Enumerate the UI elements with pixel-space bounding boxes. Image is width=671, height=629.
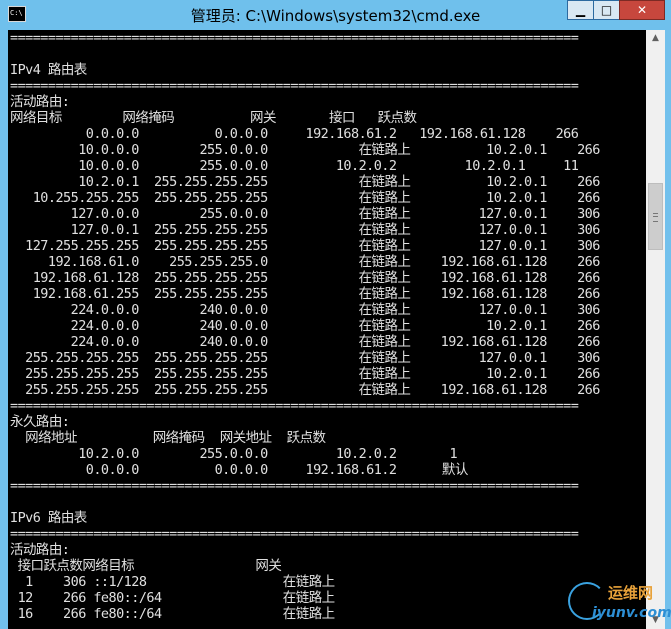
console-line: 16 266 fe80::/64 在链路上 (10, 606, 336, 622)
console-line: 10.2.0.1 255.255.255.255 在链路上 10.2.0.1 2… (10, 174, 600, 190)
minimize-button[interactable]: ▁ (567, 0, 594, 20)
scroll-up-arrow-icon[interactable]: ▲ (646, 30, 665, 47)
console-line: 0.0.0.0 0.0.0.0 192.168.61.2 默认 (10, 462, 469, 478)
console-line: IPv6 路由表 (10, 510, 87, 526)
console-text: ========================================… (10, 30, 600, 622)
console-line: 127.0.0.1 255.255.255.255 在链路上 127.0.0.1… (10, 222, 601, 238)
console-line: 192.168.61.255 255.255.255.255 在链路上 192.… (10, 286, 601, 302)
console-line: 255.255.255.255 255.255.255.255 在链路上 10.… (10, 366, 600, 382)
title-bar[interactable]: C:\ 管理员: C:\Windows\system32\cmd.exe ▁ □… (0, 0, 671, 30)
console-line: 224.0.0.0 240.0.0.0 在链路上 127.0.0.1 306 (10, 302, 601, 318)
console-output[interactable]: ========================================… (8, 30, 646, 629)
console-line: 10.255.255.255 255.255.255.255 在链路上 10.2… (10, 190, 601, 206)
vertical-scrollbar[interactable]: ▲ ▼ (646, 30, 665, 629)
console-line: 10.2.0.0 255.0.0.0 10.2.0.2 1 (10, 446, 458, 462)
console-line: IPv4 路由表 (10, 62, 87, 78)
console-line: 10.0.0.0 255.0.0.0 在链路上 10.2.0.1 266 (10, 142, 600, 158)
console-line: 192.168.61.128 255.255.255.255 在链路上 192.… (10, 270, 601, 286)
console-line: 12 266 fe80::/64 在链路上 (10, 590, 336, 606)
console-line: 活动路由: (10, 94, 70, 110)
console-line: 127.0.0.0 255.0.0.0 在链路上 127.0.0.1 306 (10, 206, 601, 222)
watermark-url: iyunv.com (592, 605, 671, 621)
console-line: 127.255.255.255 255.255.255.255 在链路上 127… (10, 238, 600, 254)
window-controls: ▁ □ ✕ (567, 0, 665, 21)
watermark: 运维网 iyunv.com (566, 580, 671, 626)
watermark-brand: 运维网 (608, 584, 654, 602)
maximize-button[interactable]: □ (593, 0, 620, 20)
console-line: 224.0.0.0 240.0.0.0 在链路上 192.168.61.128 … (10, 334, 601, 350)
window-right-border (665, 30, 671, 629)
console-line: 0.0.0.0 0.0.0.0 192.168.61.2 192.168.61.… (10, 126, 579, 142)
console-line: ========================================… (10, 78, 579, 94)
console-line: 255.255.255.255 255.255.255.255 在链路上 192… (10, 382, 600, 398)
console-line: 1 306 ::1/128 在链路上 (10, 574, 335, 590)
console-line: 接口跃点数网络目标 网关 (10, 558, 282, 574)
console-line: 活动路由: (10, 542, 70, 558)
cmd-window: C:\ 管理员: C:\Windows\system32\cmd.exe ▁ □… (0, 0, 671, 629)
console-line: 224.0.0.0 240.0.0.0 在链路上 10.2.0.1 266 (10, 318, 601, 334)
console-line: ========================================… (10, 30, 579, 46)
console-line: ========================================… (10, 398, 579, 414)
console-line: 192.168.61.0 255.255.255.0 在链路上 192.168.… (10, 254, 601, 270)
console-line: 网络地址 网络掩码 网关地址 跃点数 (10, 430, 326, 446)
console-line: 网络目标 网络掩码 网关 接口 跃点数 (10, 110, 417, 126)
close-button[interactable]: ✕ (619, 0, 665, 20)
console-line: 10.0.0.0 255.0.0.0 10.2.0.2 10.2.0.1 11 (10, 158, 579, 174)
scrollbar-thumb[interactable] (648, 183, 663, 250)
console-line: 255.255.255.255 255.255.255.255 在链路上 127… (10, 350, 600, 366)
console-line: ========================================… (10, 526, 579, 542)
console-line: ========================================… (10, 478, 579, 494)
grip-icon (653, 213, 658, 222)
console-line: 永久路由: (10, 414, 70, 430)
